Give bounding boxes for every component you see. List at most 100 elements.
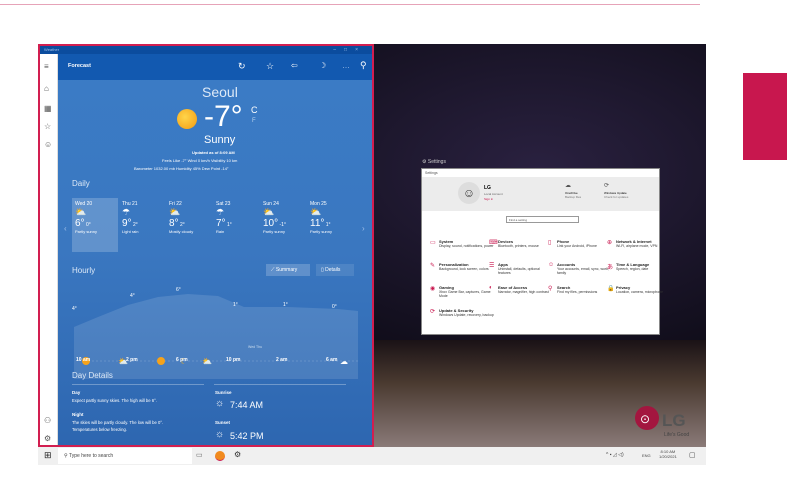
hamburger-icon[interactable]: ≡ xyxy=(44,62,49,71)
maps-icon[interactable]: ▦ xyxy=(44,104,52,113)
settings-category[interactable]: 🔒 Privacy Location, camera, microphone xyxy=(607,285,671,294)
refresh-icon[interactable]: ↻ xyxy=(238,61,246,72)
tray-icons[interactable]: ^ ▪ ◿ ◁) xyxy=(606,452,624,458)
next-arrow[interactable]: › xyxy=(362,224,365,233)
daily-card[interactable]: Fri 22 ⛅ 8° 2° Mostly cloudy xyxy=(166,198,212,252)
summary-button[interactable]: ⟋ Summary xyxy=(266,264,310,276)
hourly-temp: 4° xyxy=(130,293,135,299)
category-desc: Uninstall, defaults, optional features xyxy=(498,267,540,275)
settings-taskbar-icon[interactable]: ⚙ xyxy=(234,450,241,459)
weather-main: Forecast ↻ ☆ ⇦ ☽ … ⚲ Seoul -7° C F Sunny… xyxy=(58,54,372,445)
notification-icon[interactable]: ▢ xyxy=(689,451,696,459)
weather-app-window[interactable]: Weather –□× ≡ ⌂ ▦ ☆ ☺ ⚇ ⚙ Forecast ↻ ☆ ⇦… xyxy=(38,44,374,447)
details-row-2: Barometer 1032.00 mb Humidity 45% Dew Po… xyxy=(134,166,229,171)
settings-category[interactable]: ✎ Personalization Background, lock screen,… xyxy=(430,262,494,271)
category-desc: Display, sound, notifications, power xyxy=(439,244,494,248)
favorites-icon[interactable]: ☆ xyxy=(44,122,51,131)
settings-category[interactable]: ☰ Apps Uninstall, defaults, optional featu… xyxy=(489,262,553,275)
details-row-1: Feels Like -7° Wind 0 km/h Visibility 10… xyxy=(162,158,238,163)
prev-arrow[interactable]: ‹ xyxy=(64,224,67,233)
settings-category[interactable]: ◉ Gaming Xbox Game Bar, captures, Game Mod… xyxy=(430,285,494,298)
low-temp: 2° xyxy=(132,222,138,228)
category-icon: ◉ xyxy=(430,286,436,292)
category-icon: ⊕ xyxy=(607,240,613,246)
cloud-moon-icon: ⛅ xyxy=(202,357,212,366)
user-name: LG xyxy=(484,185,491,191)
language-indicator[interactable]: ENG xyxy=(642,453,651,458)
sun-icon xyxy=(157,357,165,365)
taskbar-search[interactable]: ⚲ Type here to search xyxy=(58,448,192,464)
day-condition: Light rain xyxy=(122,229,139,234)
weather-header: Forecast ↻ ☆ ⇦ ☽ … ⚲ xyxy=(58,54,372,80)
daily-card[interactable]: Sun 24 ⛅ 10° -1° Partly sunny xyxy=(260,198,306,252)
settings-search-input[interactable]: Find a setting xyxy=(506,216,579,223)
unit-celsius[interactable]: C xyxy=(251,105,258,115)
sunrise-time: 7:44 AM xyxy=(230,400,264,410)
settings-category[interactable]: ⟳ Update & Security Windows Update, recove… xyxy=(430,308,494,317)
sunrise-label: Sunrise xyxy=(215,390,232,395)
day-condition: Partly sunny xyxy=(310,229,333,234)
window-controls[interactable]: –□× xyxy=(333,46,366,54)
daily-card[interactable]: Mon 25 ⛅ 11° 1° Partly sunny xyxy=(307,198,353,252)
settings-window[interactable]: Settings ☺ LG Local Account Sign in ☁ On… xyxy=(421,168,663,335)
section-tab xyxy=(743,73,787,160)
weather-taskbar-icon[interactable] xyxy=(215,451,225,461)
weather-condition-icon: ⛅ xyxy=(169,207,181,217)
sunset-icon: ☼ xyxy=(215,429,225,440)
settings-category[interactable]: ⌨ Devices Bluetooth, printers, mouse xyxy=(489,239,553,248)
settings-icon[interactable]: ⚙ xyxy=(44,434,51,443)
category-desc: Background, lock screen, colors xyxy=(439,267,489,271)
settings-category[interactable]: ☺ Accounts Your accounts, email, sync, wor… xyxy=(548,262,612,275)
onedrive-sub: Backup files xyxy=(565,195,582,199)
account-icon[interactable]: ⚇ xyxy=(44,416,51,425)
settings-category[interactable]: ▯ Phone Link your Android, iPhone xyxy=(548,239,612,248)
settings-category[interactable]: ⊕ Network & Internet Wi-Fi, airplane mode,… xyxy=(607,239,671,248)
search-placeholder: Find a setting xyxy=(509,218,528,222)
window-title: Weather xyxy=(44,47,60,52)
home-icon[interactable]: ⌂ xyxy=(44,84,49,93)
more-icon[interactable]: … xyxy=(342,61,350,70)
daily-card[interactable]: Wed 20 ⛅ 6° 0° Partly sunny xyxy=(72,198,118,252)
sign-in-link[interactable]: Sign in xyxy=(484,197,493,201)
category-desc: Wi-Fi, airplane mode, VPN xyxy=(616,244,658,248)
task-view-icon[interactable]: ▭ xyxy=(196,451,203,459)
low-temp: 2° xyxy=(179,222,185,228)
day-text: Expect partly sunny skies. The high will… xyxy=(72,398,157,403)
header-title: Forecast xyxy=(68,63,91,69)
pin-icon[interactable]: ⇦ xyxy=(291,61,298,70)
clock-date: 1/20/2021 xyxy=(659,454,677,459)
daily-card[interactable]: Thu 21 ☂ 9° 2° Light rain xyxy=(119,198,165,252)
high-temp: 6° xyxy=(75,218,85,229)
city-name: Seoul xyxy=(202,84,238,100)
unit-fahrenheit[interactable]: F xyxy=(252,118,256,124)
svg-text:⊙: ⊙ xyxy=(640,412,650,426)
avatar[interactable]: ☺ xyxy=(458,182,480,204)
sunset-label: Sunset xyxy=(215,420,231,425)
settings-category[interactable]: あ Time & Language Speech, region, date xyxy=(607,262,671,271)
news-icon[interactable]: ☺ xyxy=(44,140,52,149)
category-desc: Speech, region, date xyxy=(616,267,649,271)
category-icon: あ xyxy=(607,265,614,271)
hourly-heading: Hourly xyxy=(72,266,96,275)
condition: Sunny xyxy=(204,134,236,146)
settings-category[interactable]: ⚲ Search Find my files, permissions xyxy=(548,285,612,294)
day-details-heading: Day Details xyxy=(72,371,113,380)
day-label: Day xyxy=(72,390,81,395)
settings-category[interactable]: ▭ System Display, sound, notifications, po… xyxy=(430,239,494,248)
moon-icon[interactable]: ☽ xyxy=(319,61,326,70)
windows-start-icon[interactable]: ⊞ xyxy=(44,450,52,461)
category-desc: Windows Update, recovery, backup xyxy=(439,313,494,317)
category-icon: 🔒 xyxy=(607,286,615,292)
details-button[interactable]: ▯ Details xyxy=(316,264,354,276)
weather-condition-icon: ⛅ xyxy=(263,207,275,217)
search-icon[interactable]: ⚲ xyxy=(360,60,367,71)
category-desc: Your accounts, email, sync, work, family xyxy=(557,267,609,275)
clock[interactable]: 8:10 AM 1/20/2021 xyxy=(659,449,677,459)
night-text-2: Temperatures below freezing. xyxy=(72,427,127,432)
star-icon[interactable]: ☆ xyxy=(266,61,274,72)
category-icon: ▯ xyxy=(548,240,552,246)
daily-card[interactable]: Sat 23 ☂ 7° 1° Rain xyxy=(213,198,259,252)
high-temp: 10° xyxy=(263,218,279,229)
hourly-time: 10 pm xyxy=(226,357,241,363)
settings-category[interactable]: ◐ Ease of Access Narrator, magnifier, high… xyxy=(489,285,553,294)
